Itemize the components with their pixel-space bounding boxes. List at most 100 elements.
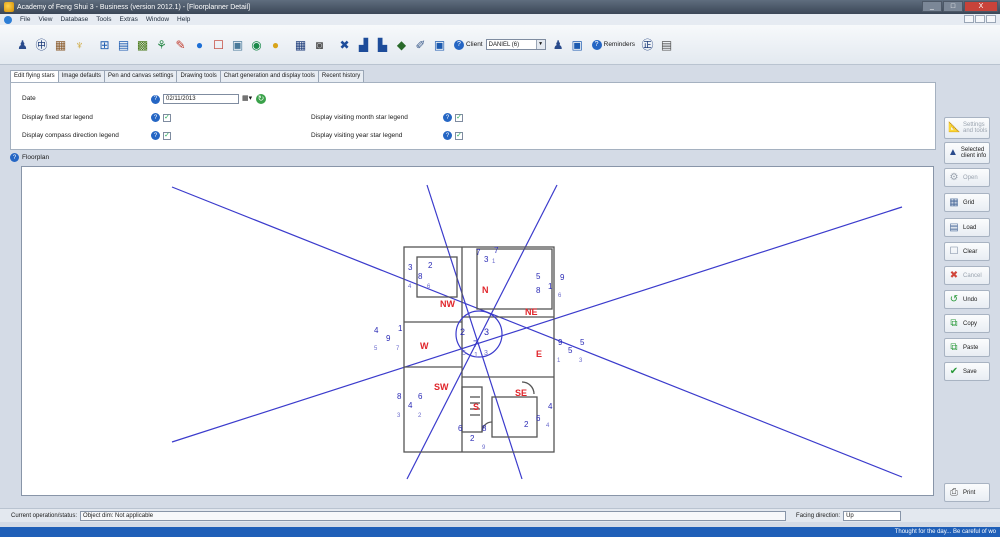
gear-icon: ⚙ — [949, 171, 959, 183]
load-button[interactable]: ▤ Load — [944, 218, 990, 237]
calendar-icon[interactable]: ▦ — [292, 36, 309, 53]
world-icon[interactable]: ◉ — [248, 36, 265, 53]
menu-tools[interactable]: Tools — [92, 16, 115, 23]
compass-legend-help-icon[interactable]: ? — [151, 131, 160, 140]
open-button[interactable]: ⚙ Open — [944, 168, 990, 187]
chinese-symbol-icon[interactable]: ㊣ — [639, 36, 656, 53]
month-star-legend-controls: ? ✓ — [443, 113, 463, 122]
star-number: 6 — [558, 293, 562, 299]
date-field: ? 02/11/2013 ▦▾ ↻ — [151, 94, 266, 104]
star-number: 6 — [536, 414, 541, 423]
tab-pen-canvas-settings[interactable]: Pen and canvas settings — [104, 70, 178, 82]
ruler-icon: 📐 — [948, 122, 961, 133]
sector-label-east: E — [536, 349, 542, 359]
year-star-legend-checkbox[interactable]: ✓ — [455, 131, 463, 140]
close-button[interactable]: X — [964, 1, 998, 12]
sector-label-north: N — [482, 285, 489, 295]
menu-file[interactable]: File — [16, 16, 34, 23]
app-window: Academy of Feng Shui 3 - Business (versi… — [0, 0, 1000, 537]
menu-window[interactable]: Window — [142, 16, 173, 23]
document-edit-icon[interactable]: ☐ — [210, 36, 227, 53]
star-number: 2 — [428, 261, 433, 270]
floorplan-help-icon[interactable]: ? — [10, 153, 19, 162]
date-help-icon[interactable]: ? — [151, 94, 160, 104]
client-label: Client — [466, 41, 483, 48]
fixed-star-legend-checkbox[interactable]: ✓ — [163, 113, 171, 122]
selected-client-info-button[interactable]: ▲ Selected client info — [944, 142, 990, 164]
tab-image-defaults[interactable]: Image defaults — [57, 70, 106, 82]
date-field-label: Date — [22, 95, 36, 102]
compass-tool-icon[interactable]: ⊞ — [96, 36, 113, 53]
image-icon[interactable]: ▣ — [229, 36, 246, 53]
year-star-help-icon[interactable]: ? — [443, 131, 452, 140]
chinese-character-icon[interactable]: ㊥ — [33, 36, 50, 53]
brush-icon[interactable]: ✐ — [412, 36, 429, 53]
month-star-help-icon[interactable]: ? — [443, 113, 452, 122]
tab-chart-generation[interactable]: Chart generation and display tools — [219, 70, 319, 82]
lightbulb-icon[interactable]: ● — [267, 36, 284, 53]
menu-extras[interactable]: Extras — [115, 16, 141, 23]
mdi-minimize-button[interactable] — [964, 15, 974, 23]
menu-database[interactable]: Database — [56, 16, 92, 23]
menu-help[interactable]: Help — [173, 16, 194, 23]
tab-recent-history[interactable]: Recent history — [317, 70, 365, 82]
undo-button[interactable]: ↺ Undo — [944, 290, 990, 309]
tab-drawing-tools[interactable]: Drawing tools — [176, 70, 221, 82]
print-button[interactable]: ⎙ Print — [944, 483, 990, 502]
sector-line — [406, 184, 558, 480]
screen-icon[interactable]: ▣ — [431, 36, 448, 53]
compass-legend-checkbox[interactable]: ✓ — [163, 131, 171, 140]
menu-view[interactable]: View — [34, 16, 56, 23]
copy-icon: ⧉ — [950, 317, 958, 329]
calculator-icon[interactable]: ▤ — [658, 36, 675, 53]
client-select[interactable]: DANIEL (6) ▼ — [485, 39, 546, 50]
stamp-icon[interactable]: ◆ — [393, 36, 410, 53]
cross-tools-icon[interactable]: ✖ — [336, 36, 353, 53]
trophy-icon[interactable]: ♆ — [71, 36, 88, 53]
user-icon[interactable]: ♟ — [550, 36, 567, 53]
chevron-down-icon[interactable]: ▼ — [535, 40, 545, 49]
floorplan-canvas[interactable]: 2 3 7 5 3 1 N NE E SE S SW W NW 7 7 3 1 … — [21, 166, 934, 496]
refresh-icon[interactable]: ↻ — [256, 94, 266, 104]
star-number: 4 — [374, 326, 379, 335]
copy-button[interactable]: ⧉ Copy — [944, 314, 990, 333]
star-number: 3 — [484, 350, 488, 357]
mdi-close-button[interactable] — [986, 15, 996, 23]
reminders-label[interactable]: Reminders — [604, 41, 635, 48]
month-star-legend-checkbox[interactable]: ✓ — [455, 113, 463, 122]
save-disk-icon[interactable]: ▣ — [569, 36, 586, 53]
title-bar: Academy of Feng Shui 3 - Business (versi… — [0, 0, 1000, 14]
bagua-icon[interactable]: ▩ — [134, 36, 151, 53]
camera-icon[interactable]: ◙ — [311, 36, 328, 53]
clear-button[interactable]: ☐ Clear — [944, 242, 990, 261]
grid-button[interactable]: ▦ Grid — [944, 193, 990, 212]
bars-icon[interactable]: ▙ — [374, 36, 391, 53]
client-help-icon[interactable]: ? — [454, 39, 464, 50]
globe-icon[interactable]: ● — [191, 36, 208, 53]
save-button[interactable]: ✔ Save — [944, 362, 990, 381]
star-number: 2 — [470, 434, 475, 443]
mdi-restore-button[interactable] — [975, 15, 985, 23]
settings-tools-button[interactable]: 📐 Settings and tools — [944, 117, 990, 139]
cancel-button[interactable]: ✖ Cancel — [944, 266, 990, 285]
date-input[interactable]: 02/11/2013 — [163, 94, 239, 104]
chart-icon[interactable]: ▟ — [355, 36, 372, 53]
reminders-help-icon[interactable]: ? — [591, 39, 602, 50]
calendar-dropdown-icon[interactable]: ▦▾ — [242, 94, 252, 104]
fixed-star-help-icon[interactable]: ? — [151, 113, 160, 122]
minimize-button[interactable]: _ — [922, 1, 942, 12]
scroll-icon[interactable]: ⚘ — [153, 36, 170, 53]
floorplan-drawing[interactable]: 2 3 7 5 3 1 N NE E SE S SW W NW 7 7 3 1 … — [22, 167, 935, 497]
table-icon[interactable]: ▦ — [52, 36, 69, 53]
grid-icon[interactable]: ▤ — [115, 36, 132, 53]
person-icon[interactable]: ♟ — [14, 36, 31, 53]
document-icon[interactable] — [4, 15, 12, 24]
star-number: 5 — [374, 346, 378, 352]
pencil-icon[interactable]: ✎ — [172, 36, 189, 53]
paste-button[interactable]: ⧉ Paste — [944, 338, 990, 357]
star-number: 7 — [494, 246, 499, 255]
client-select-value: DANIEL (6) — [488, 41, 520, 48]
status-label: Current operation/status: — [11, 512, 78, 519]
tab-strip: Edit flying stars Image defaults Pen and… — [10, 70, 365, 83]
maximize-button[interactable]: □ — [943, 1, 963, 12]
